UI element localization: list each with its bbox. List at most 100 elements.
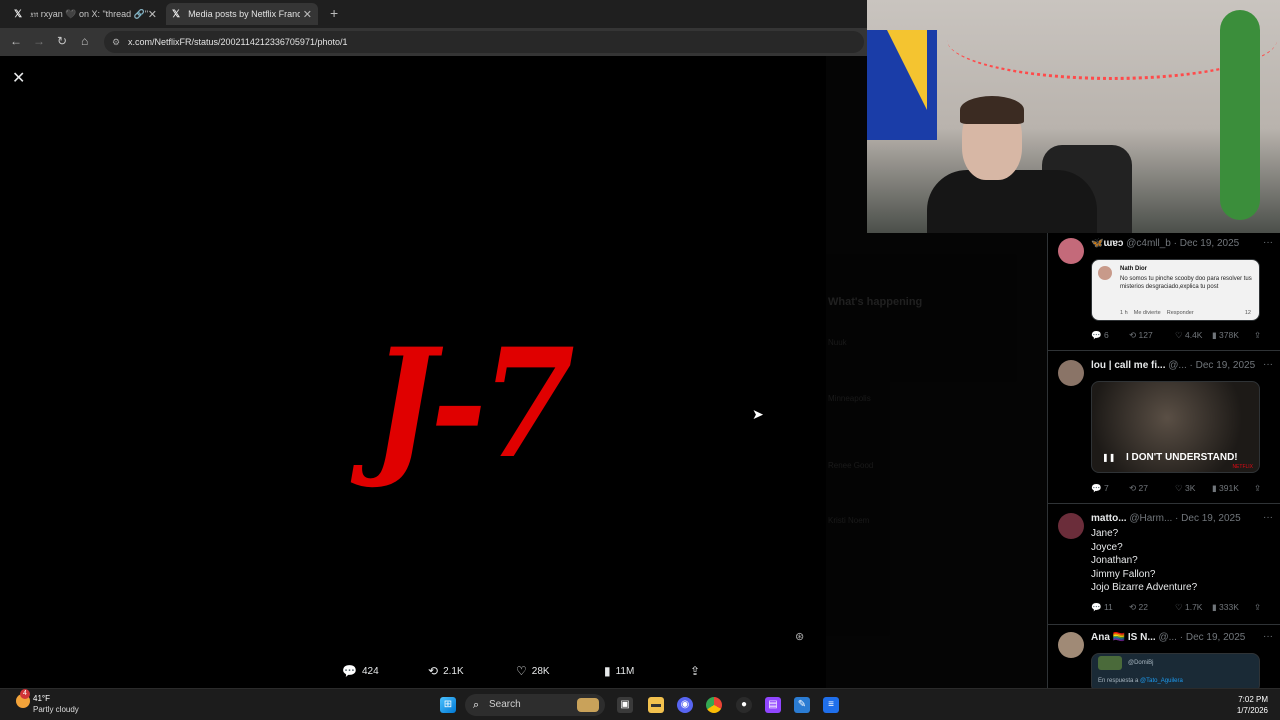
close-tab-icon[interactable]: ✕ xyxy=(303,8,312,21)
trend-item: Kristi Noem xyxy=(828,516,870,525)
chrome-icon[interactable] xyxy=(706,697,722,713)
back-icon[interactable]: ← xyxy=(10,34,22,48)
obs-icon[interactable]: ● xyxy=(736,697,752,713)
trend-item: Nuuk xyxy=(828,338,847,347)
browser-tab-strip: 𝕏 𝔵𝔫 rxyan 🖤 on X: "thread 🔗" ✕ 𝕏 Media … xyxy=(0,0,868,28)
views-button[interactable]: ▮ 378K xyxy=(1212,330,1239,341)
views-button[interactable]: ▮ 391K xyxy=(1212,483,1239,494)
taskbar-search[interactable]: ⌕ Search xyxy=(465,694,605,716)
forward-icon[interactable]: → xyxy=(33,34,45,48)
like-button[interactable]: ♡ 4.4K xyxy=(1175,330,1202,341)
share-button[interactable]: ⇪ xyxy=(690,664,705,678)
embedded-video[interactable]: ❚❚ I DON'T UNDERSTAND! NETFLIX xyxy=(1091,381,1260,473)
display-name[interactable]: matto... xyxy=(1091,513,1127,524)
file-explorer-icon[interactable]: ▬ xyxy=(648,697,664,713)
home-icon[interactable]: ⌂ xyxy=(81,34,88,48)
like-count: 4.4K xyxy=(1184,330,1203,340)
handle-date: @Harm... · Dec 19, 2025 xyxy=(1129,513,1241,524)
reply-button[interactable]: 💬 11 xyxy=(1091,602,1113,613)
plant xyxy=(1220,10,1260,220)
avatar xyxy=(1098,266,1112,280)
views-button[interactable]: ▮ 11M xyxy=(604,664,634,678)
more-icon[interactable]: ··· xyxy=(1263,359,1273,370)
display-name[interactable]: lou | call me fi... xyxy=(1091,360,1165,371)
share-icon[interactable]: ⇪ xyxy=(1254,602,1261,613)
reply-button[interactable]: 💬 424 xyxy=(342,664,379,678)
trend-item: Minneapolis xyxy=(828,394,871,403)
close-icon[interactable]: ✕ xyxy=(12,68,25,88)
streamer-body xyxy=(927,170,1097,233)
reply-button[interactable]: 💬 7 xyxy=(1091,483,1109,494)
repost-button[interactable]: ⟲ 22 xyxy=(1129,602,1148,613)
repost-button[interactable]: ⟲ 2.1K xyxy=(428,664,464,678)
share-icon[interactable]: ⇪ xyxy=(1254,330,1261,341)
like-button[interactable]: ♡ 28K xyxy=(516,664,550,678)
pause-icon[interactable]: ❚❚ xyxy=(1102,453,1115,462)
display-name[interactable]: Ana 🏳️‍🌈 IS N... xyxy=(1091,632,1156,643)
handle-date: @c4mll_b · Dec 19, 2025 xyxy=(1126,238,1240,249)
repost-icon: ⟲ xyxy=(428,664,439,678)
temperature[interactable]: 41°F xyxy=(33,694,50,703)
search-highlight-icon xyxy=(577,698,599,712)
system-clock[interactable]: 7:02 PM 1/7/2026 xyxy=(1237,694,1268,716)
heart-icon: ♡ xyxy=(516,664,527,678)
tweet-line: Jimmy Fallon? xyxy=(1091,568,1156,580)
like-button[interactable]: ♡ 1.7K xyxy=(1175,602,1202,613)
notepad-icon[interactable]: ≡ xyxy=(823,697,839,713)
embedded-image[interactable]: @DomiBj En respuesta a @Tato_Aguilera xyxy=(1091,653,1260,688)
more-icon[interactable]: ··· xyxy=(1263,237,1273,248)
embed-reply-to: En respuesta a @Tato_Aguilera xyxy=(1098,678,1183,684)
close-tab-icon[interactable]: ✕ xyxy=(148,8,157,21)
tweet[interactable]: lou | call me fi... @... · Dec 19, 2025 … xyxy=(1048,351,1280,504)
start-icon[interactable]: ⊞ xyxy=(440,697,456,713)
avatar[interactable] xyxy=(1058,238,1084,264)
tweet-line: Jane? xyxy=(1091,528,1119,539)
mouse-cursor-icon: ➤ xyxy=(752,406,764,422)
like-button[interactable]: ♡ 3K xyxy=(1175,483,1195,494)
more-icon[interactable]: ··· xyxy=(1263,631,1273,642)
views-button[interactable]: ▮ 333K xyxy=(1212,602,1239,613)
app-icon[interactable]: ✎ xyxy=(794,697,810,713)
embedded-image[interactable]: Nath Dior No somos tu pinche scooby doo … xyxy=(1091,259,1260,321)
share-icon[interactable]: ⇪ xyxy=(1254,483,1261,494)
post-action-bar: 💬 424 ⟲ 2.1K ♡ 28K ▮ 11M ⇪ xyxy=(330,656,710,686)
clock-date: 1/7/2026 xyxy=(1236,706,1268,715)
new-tab-icon[interactable]: + xyxy=(330,5,338,21)
clock-time: 7:02 PM xyxy=(1238,695,1268,704)
display-name[interactable]: 🦋ɯɐɔ xyxy=(1091,238,1123,249)
embed-text: No somos tu pinche scooby doo para resol… xyxy=(1120,276,1252,290)
x-logo-icon: 𝕏 xyxy=(14,8,23,20)
tab-label: Media posts by Netflix France ( xyxy=(188,9,301,19)
avatar[interactable] xyxy=(1058,632,1084,658)
alt-text-icon[interactable]: ⊛ xyxy=(795,630,804,643)
reload-icon[interactable]: ↻ xyxy=(57,34,67,48)
reply-button[interactable]: 💬 6 xyxy=(1091,330,1109,341)
reply-to-prefix: En respuesta a xyxy=(1098,678,1141,684)
repost-button[interactable]: ⟲ 127 xyxy=(1129,330,1153,341)
embed-thumbnail xyxy=(1098,656,1122,670)
site-info-icon[interactable]: ⚙ xyxy=(112,31,120,53)
avatar[interactable] xyxy=(1058,513,1084,539)
tab-thread[interactable]: 𝕏 𝔵𝔫 rxyan 🖤 on X: "thread 🔗" ✕ xyxy=(8,3,163,25)
address-bar[interactable]: ⚙ x.com/NetflixFR/status/200211421233670… xyxy=(104,31,864,53)
more-icon[interactable]: ··· xyxy=(1263,512,1273,523)
search-placeholder: Search xyxy=(489,699,521,710)
tweet[interactable]: 🦋ɯɐɔ @c4mll_b · Dec 19, 2025 ··· Nath Di… xyxy=(1048,233,1280,351)
video-caption: I DON'T UNDERSTAND! xyxy=(1126,452,1238,463)
discord-icon[interactable]: ◉ xyxy=(677,697,693,713)
avatar[interactable] xyxy=(1058,360,1084,386)
tweet[interactable]: matto... @Harm... · Dec 19, 2025 ··· Jan… xyxy=(1048,504,1280,625)
tweet[interactable]: Ana 🏳️‍🌈 IS N... @... · Dec 19, 2025 ···… xyxy=(1048,625,1280,688)
whats-happening-heading: What's happening xyxy=(828,296,923,308)
reply-to-handle[interactable]: @Tato_Aguilera xyxy=(1140,678,1183,684)
weather-condition[interactable]: Partly cloudy xyxy=(33,705,79,714)
twitch-icon[interactable]: ▤ xyxy=(765,697,781,713)
tab-label: 𝔵𝔫 rxyan 🖤 on X: "thread 🔗" xyxy=(30,8,149,19)
view-count: 391K xyxy=(1219,483,1239,493)
embed-meta: 1 h Me divierte Responder xyxy=(1120,310,1194,316)
reply-count: 6 xyxy=(1103,330,1109,340)
task-view-icon[interactable]: ▣ xyxy=(617,697,633,713)
tab-media-posts[interactable]: 𝕏 Media posts by Netflix France ( ✕ xyxy=(166,3,318,25)
repost-button[interactable]: ⟲ 27 xyxy=(1129,483,1148,494)
repost-count: 2.1K xyxy=(443,665,464,677)
